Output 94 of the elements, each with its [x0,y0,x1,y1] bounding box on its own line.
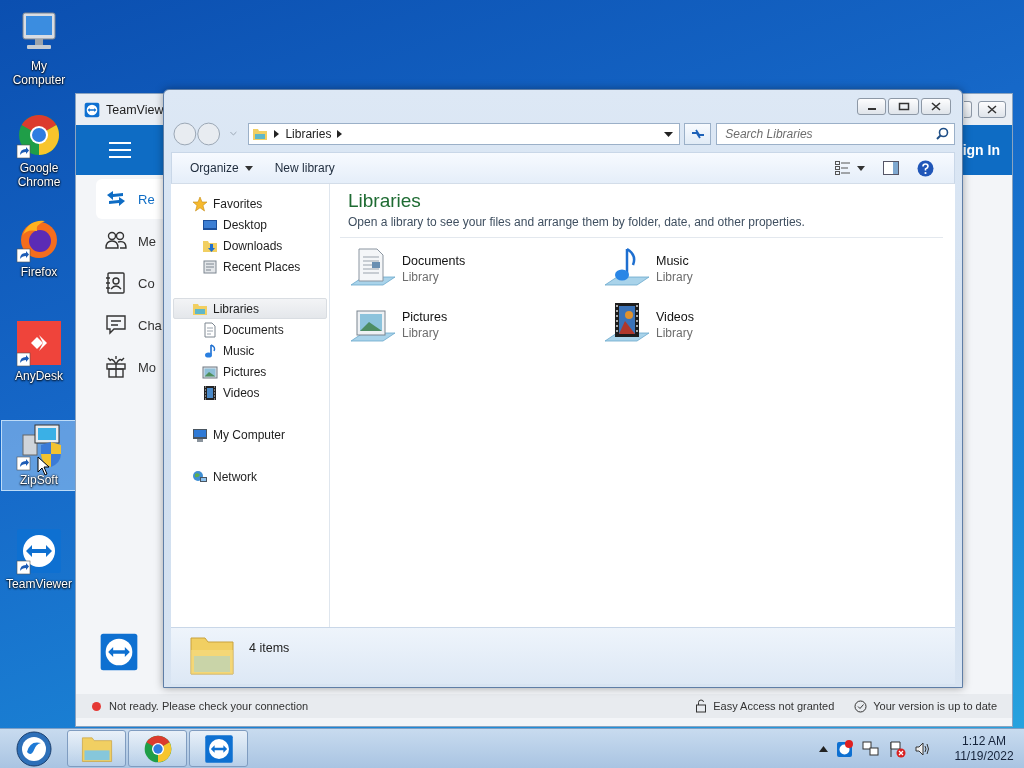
page-heading: Libraries [347,190,422,212]
library-name: Videos [656,310,694,324]
folder-icon [80,734,113,763]
start-button-icon[interactable] [14,729,54,768]
teamviewer-icon [203,733,234,764]
chat-icon [104,313,128,337]
close-button[interactable] [978,101,1006,118]
sign-in-link[interactable]: ign In [962,142,1000,158]
tree-item[interactable]: Videos [173,382,327,403]
picture-icon [202,363,218,380]
version-text: Your version is up to date [873,700,997,712]
tree-item[interactable]: Favorites [173,193,327,214]
star-icon [192,195,208,212]
search-icon [936,127,949,140]
tree-item[interactable]: Libraries [173,298,327,319]
check-circle-icon [854,699,868,713]
minimize-button[interactable] [857,98,886,115]
teamviewer-icon [84,101,100,118]
computer-icon [192,426,208,443]
view-list-icon [835,161,851,175]
refresh-button[interactable] [684,123,712,145]
network-icon [192,468,208,485]
chevron-icon [274,130,280,138]
search-field[interactable]: Search Libraries [716,123,955,145]
tree-item[interactable]: Network [173,466,327,487]
nav-item[interactable]: Cha [96,305,163,345]
library-folder-icon [252,126,269,142]
flag-error-icon[interactable] [888,739,906,758]
library-type: Library [402,270,440,284]
caret-icon [857,165,865,171]
taskbar-button[interactable] [128,730,187,767]
document-icon [202,321,218,338]
tree-item[interactable]: Documents [173,319,327,340]
item-count: 4 items [249,641,290,655]
toolbar-button[interactable]: Organize [182,157,261,179]
chevron-icon [337,130,343,138]
taskbar-button[interactable] [189,730,248,767]
library-item[interactable]: Pictures Library [348,301,602,349]
tree-item[interactable]: Recent Places [173,256,327,277]
desktop-shortcut[interactable]: AnyDesk [1,316,77,387]
music-note-icon [202,342,218,359]
library-name: Music [656,254,690,268]
address-bar[interactable]: Libraries [248,123,681,145]
library-name: Pictures [402,310,448,324]
close-button[interactable] [921,98,951,115]
library-name: Documents [402,254,466,268]
dropdown-caret-icon[interactable] [664,131,674,137]
unlocked-padlock-icon [695,699,708,713]
window-title: TeamView [106,102,164,117]
easy-access-text: Easy Access not granted [713,700,835,712]
nav-item[interactable]: Me [96,221,163,261]
mouse-cursor-icon [37,456,51,476]
library-item[interactable]: Documents Library [348,245,602,293]
library-type: Library [656,326,694,340]
tree-item[interactable]: Desktop [173,214,327,235]
maximize-button[interactable] [888,98,919,115]
network-icon[interactable] [862,739,880,758]
contacts-icon [104,271,128,295]
maximize-icon [897,102,910,111]
desktop-shortcut[interactable]: Google Chrome [1,108,77,193]
recent-places-icon [202,258,218,275]
folder-icon [189,634,235,678]
page-description: Open a library to see your files and arrange them by folder, date, and other properties. [347,215,806,229]
teamviewer-logo-icon [99,632,139,672]
tree-item[interactable]: Downloads [173,235,327,256]
tree-item[interactable]: Music [173,340,327,361]
show-hidden-icons-icon[interactable] [819,745,828,752]
tree-item[interactable]: Pictures [173,361,327,382]
teamviewer-alert-icon[interactable] [836,739,854,758]
menu-icon[interactable] [108,141,132,159]
library-type: Library [402,326,440,340]
nav-item[interactable]: Co [96,263,163,303]
status-text: Not ready. Please check your connection [109,700,309,712]
library-type: Library [656,270,693,284]
desktop-shortcut[interactable]: Firefox [1,212,77,283]
caret-icon [244,165,253,171]
breadcrumb-item[interactable]: Libraries [285,127,332,141]
restore-button[interactable] [964,101,972,118]
nav-item[interactable]: Mo [96,347,163,387]
help-icon [917,159,934,177]
gift-icon [104,355,128,379]
clock[interactable]: 1:12 AM 11/19/2022 [952,733,1016,764]
nav-item[interactable]: Re [96,179,163,219]
library-item[interactable]: Music Library [602,245,856,293]
library-item[interactable]: Videos Library [602,301,856,349]
close-icon [931,102,941,111]
close-icon [987,105,997,114]
desktop-shortcut[interactable]: My Computer [1,6,77,91]
desktop-shortcut[interactable]: TeamViewer [1,524,77,595]
film-icon [202,384,218,401]
toolbar-button[interactable]: New library [266,157,343,179]
refresh-icon [689,127,706,141]
tree-item[interactable]: My Computer [173,424,327,445]
preview-pane-icon [883,161,899,175]
